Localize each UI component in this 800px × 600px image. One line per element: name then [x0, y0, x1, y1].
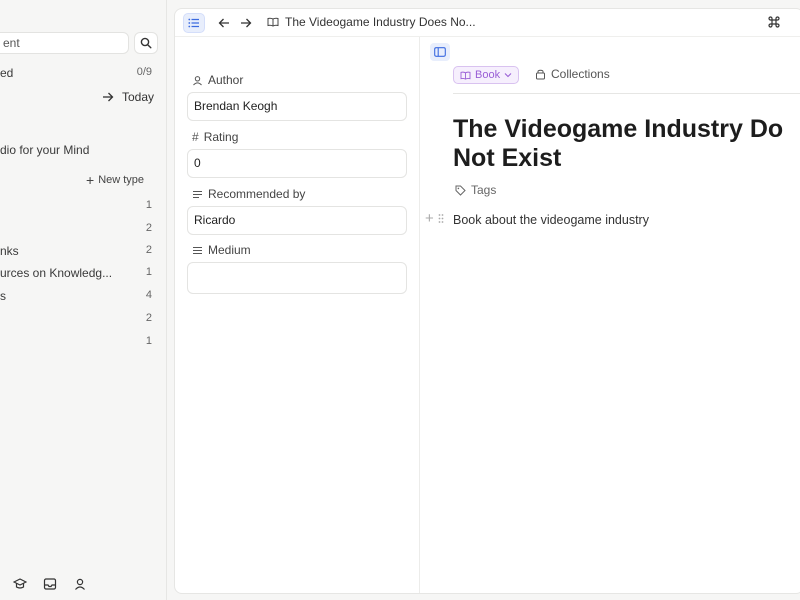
- block-controls: +: [425, 211, 444, 226]
- recommended-by-label: Recommended by: [192, 187, 305, 201]
- type-selector[interactable]: Book: [453, 66, 520, 84]
- select-lines-icon: [193, 246, 202, 254]
- new-type-label: New type: [98, 174, 145, 186]
- breadcrumb[interactable]: The Videogame Industry Does No...: [267, 15, 476, 29]
- sidebar: ent ed 0/9 Today dio for your Mind + New…: [0, 0, 166, 600]
- collections-label: Collections: [551, 67, 610, 81]
- sidebar-item-count: 1: [145, 199, 152, 211]
- search-input[interactable]: ent: [0, 32, 129, 54]
- header-divider: [453, 93, 800, 94]
- rating-label: # Rating: [192, 130, 239, 144]
- author-label: Author: [192, 73, 243, 87]
- main-panel: The Videogame Industry Does No... Author…: [174, 8, 800, 594]
- toggle-properties-button[interactable]: [430, 43, 450, 61]
- back-button[interactable]: [215, 14, 233, 32]
- search-icon: [140, 37, 152, 49]
- sidebar-item-count: 2: [145, 222, 152, 234]
- sidebar-item-label: dio for your Mind: [0, 143, 90, 157]
- inbox-icon[interactable]: [42, 576, 58, 592]
- page-title-line-2: Not Exist: [453, 144, 562, 172]
- medium-field[interactable]: [187, 262, 407, 294]
- top-bar: The Videogame Industry Does No...: [175, 9, 800, 37]
- page-title[interactable]: The Videogame Industry Do Not Exist: [453, 115, 800, 173]
- collection-icon: [536, 69, 545, 79]
- sidebar-item-label: nks: [0, 244, 19, 258]
- properties-pane: Author Brendan Keogh # Rating 0 Recommen…: [175, 37, 420, 593]
- arrow-right-icon: [103, 92, 114, 102]
- sidebar-item-label: s: [0, 289, 6, 303]
- book-icon: [267, 17, 279, 27]
- sidebar-footer: [12, 576, 88, 592]
- book-icon: [460, 71, 471, 80]
- user-icon[interactable]: [72, 576, 88, 592]
- text-lines-icon: [193, 190, 202, 198]
- sidebar-panel-icon: [434, 47, 446, 57]
- type-chip-label: Book: [475, 69, 501, 81]
- rating-field[interactable]: 0: [187, 149, 407, 178]
- author-field[interactable]: Brendan Keogh: [187, 92, 407, 121]
- command-button[interactable]: [767, 15, 781, 32]
- hash-icon: #: [192, 130, 199, 144]
- graduation-cap-icon[interactable]: [12, 576, 28, 592]
- tags-label: Tags: [471, 183, 497, 197]
- command-icon: [768, 16, 780, 28]
- breadcrumb-title: The Videogame Industry Does No...: [285, 15, 476, 29]
- sidebar-item-label: ed: [0, 66, 14, 80]
- arrow-right-icon: [241, 18, 252, 28]
- drag-handle-icon[interactable]: [438, 213, 444, 224]
- sidebar-item-count: 0/9: [136, 66, 152, 78]
- collections-button[interactable]: Collections: [535, 67, 610, 81]
- today-label: Today: [122, 90, 155, 104]
- list-view-button[interactable]: [183, 13, 205, 33]
- add-block-icon[interactable]: +: [425, 211, 434, 226]
- tag-icon: [455, 185, 466, 196]
- medium-label: Medium: [192, 243, 251, 257]
- today-button[interactable]: Today: [102, 90, 154, 104]
- sidebar-item-count: 1: [145, 266, 152, 278]
- sidebar-item-count: 4: [145, 289, 152, 301]
- tags-button[interactable]: Tags: [455, 183, 496, 197]
- plus-icon: +: [86, 172, 95, 188]
- recommended-by-field[interactable]: Ricardo: [187, 206, 407, 235]
- forward-button[interactable]: [237, 14, 255, 32]
- page-title-line-1: The Videogame Industry Do: [453, 115, 784, 143]
- person-icon: [193, 75, 202, 85]
- chevron-down-icon: [504, 73, 512, 78]
- sidebar-item-label: urces on Knowledg...: [0, 266, 113, 280]
- arrow-left-icon: [218, 18, 229, 28]
- new-type-button[interactable]: + New type: [86, 172, 145, 188]
- body-text-block[interactable]: Book about the videogame industry: [453, 213, 649, 227]
- sidebar-item-count: 2: [145, 244, 152, 256]
- search-button[interactable]: [134, 32, 158, 54]
- list-icon: [188, 18, 199, 28]
- sidebar-divider: [166, 0, 167, 600]
- sidebar-item-count: 1: [145, 335, 152, 347]
- sidebar-item-count: 2: [145, 312, 152, 324]
